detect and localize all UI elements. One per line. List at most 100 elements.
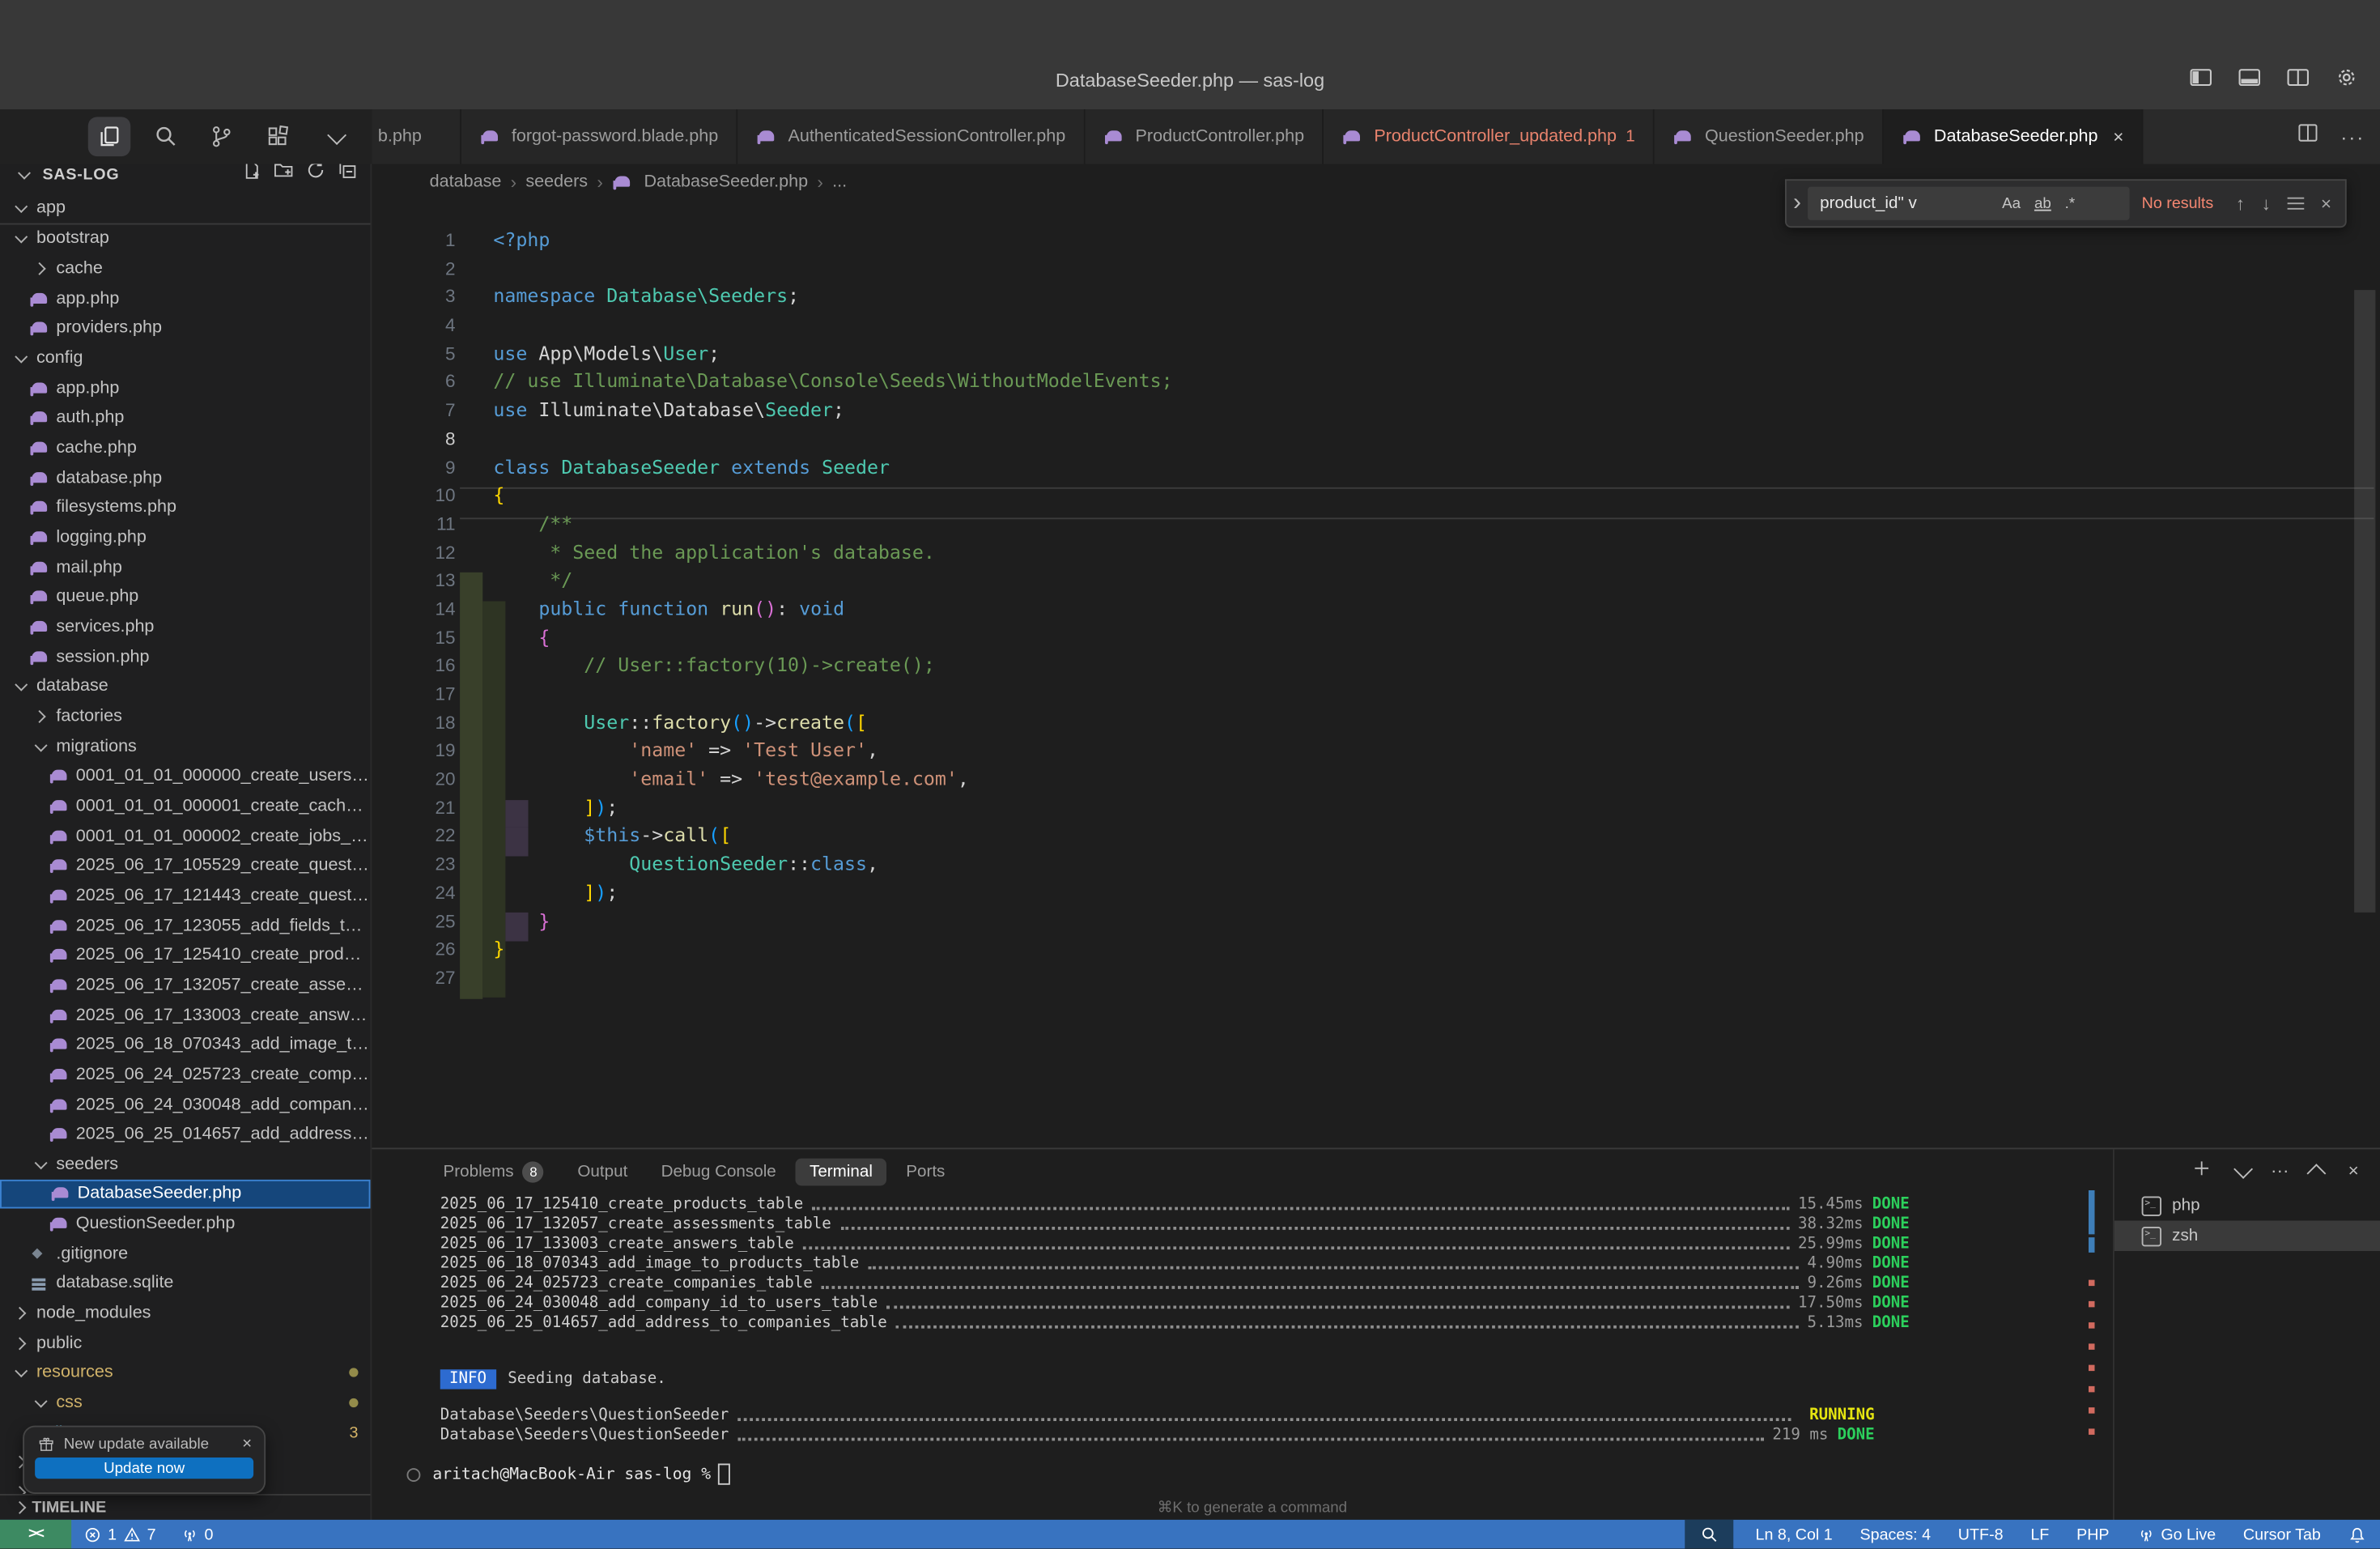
tree-item[interactable]: 0001_01_01_000000_create_users_ta... [0, 761, 371, 791]
cursor-tab-indicator[interactable]: Cursor Tab [2243, 1525, 2321, 1543]
tree-item[interactable]: node_modules [0, 1299, 371, 1329]
collapse-all-icon[interactable] [337, 164, 358, 189]
panel-tab[interactable]: Problems 8 [430, 1157, 558, 1188]
search-icon[interactable] [144, 117, 187, 156]
line-col-indicator[interactable]: Ln 8, Col 1 [1755, 1525, 1832, 1543]
tree-item[interactable]: 2025_06_17_133003_create_answers_... [0, 1000, 371, 1030]
tree-item[interactable]: config [0, 343, 371, 373]
tree-item[interactable]: queue.php [0, 582, 371, 612]
terminal-scrollbar-decorations[interactable] [2089, 1149, 2095, 1521]
find-previous-icon[interactable]: ↑ [2236, 193, 2245, 214]
eol-indicator[interactable]: LF [2030, 1525, 2049, 1543]
chevron-down-icon[interactable] [312, 117, 355, 156]
refresh-icon[interactable] [305, 164, 326, 189]
ports-status[interactable]: 0 [181, 1525, 214, 1543]
toggle-secondary-sidebar-icon[interactable] [2286, 66, 2310, 97]
encoding-indicator[interactable]: UTF-8 [1958, 1525, 2004, 1543]
tree-item[interactable]: .gitignore [0, 1239, 371, 1269]
editor-scrollbar[interactable] [2354, 290, 2375, 913]
update-now-button[interactable]: Update now [35, 1458, 253, 1479]
tree-item[interactable]: resources [0, 1358, 371, 1388]
editor-tab[interactable]: forgot-password.blade.php [461, 109, 738, 164]
new-folder-icon[interactable] [274, 164, 295, 189]
extensions-icon[interactable] [257, 117, 300, 156]
panel-tab[interactable]: Terminal [796, 1159, 886, 1186]
tree-item[interactable]: providers.php [0, 313, 371, 343]
tree-item[interactable]: database.sqlite [0, 1269, 371, 1299]
tree-item[interactable]: 2025_06_17_132057_create_assessme... [0, 970, 371, 1000]
tree-item[interactable]: css [0, 1388, 371, 1418]
problems-status[interactable]: 1 7 [83, 1525, 155, 1543]
tab-close-icon[interactable]: × [2113, 126, 2123, 147]
tree-item[interactable]: auth.php [0, 403, 371, 433]
go-live-button[interactable]: Go Live [2136, 1525, 2216, 1543]
remote-indicator[interactable]: >< [0, 1520, 71, 1549]
tree-item[interactable]: 0001_01_01_000002_create_jobs_tab... [0, 821, 371, 851]
tree-item[interactable]: 2025_06_17_123055_add_fields_to_u... [0, 911, 371, 941]
tree-item[interactable]: seeders [0, 1149, 371, 1179]
find-close-icon[interactable]: × [2321, 193, 2331, 214]
panel-tab[interactable]: Output [564, 1159, 642, 1186]
close-icon[interactable]: × [242, 1435, 252, 1453]
tree-item[interactable]: services.php [0, 612, 371, 642]
chevron-down-icon[interactable] [12, 164, 35, 185]
editor-tab[interactable]: ProductController.php [1086, 109, 1324, 164]
tree-item[interactable]: public [0, 1329, 371, 1359]
terminal-prompt[interactable]: aritach@MacBook-Air sas-log % [407, 1464, 731, 1485]
find-input[interactable] [1817, 193, 2002, 214]
search-status-chip[interactable] [1684, 1520, 1732, 1549]
tree-item[interactable]: session.php [0, 642, 371, 672]
panel-tab[interactable]: Ports [892, 1159, 958, 1186]
tree-item[interactable]: mail.php [0, 552, 371, 582]
tree-item[interactable]: cache.php [0, 433, 371, 463]
split-editor-icon[interactable] [2297, 121, 2319, 152]
settings-gear-icon[interactable] [2335, 66, 2359, 97]
tree-item[interactable]: 2025_06_17_105529_create_question... [0, 851, 371, 881]
tree-item[interactable]: app.php [0, 284, 371, 314]
match-case-toggle[interactable]: Aa [2002, 195, 2021, 212]
timeline-section[interactable]: TIMELINE [0, 1494, 371, 1520]
tree-item[interactable]: QuestionSeeder.php [0, 1209, 371, 1239]
toggle-sidebar-icon[interactable] [2189, 66, 2213, 97]
whole-word-toggle[interactable]: ab [2034, 195, 2051, 212]
tree-item[interactable]: 2025_06_24_025723_create_compan... [0, 1060, 371, 1090]
new-file-icon[interactable] [241, 164, 262, 189]
tree-item[interactable]: database [0, 672, 371, 702]
tree-item[interactable]: 2025_06_17_125410_create_products... [0, 940, 371, 970]
editor-tab[interactable]: ProductController_updated.php 1 [1324, 109, 1655, 164]
tree-item[interactable]: migrations [0, 731, 371, 761]
tree-item[interactable]: 0001_01_01_000001_create_cache_ta... [0, 791, 371, 821]
indentation-indicator[interactable]: Spaces: 4 [1859, 1525, 1931, 1543]
breadcrumb-item[interactable]: DatabaseSeeder.php [644, 173, 808, 192]
tree-item[interactable]: logging.php [0, 522, 371, 552]
terminal-session[interactable]: zsh [2114, 1221, 2380, 1252]
breadcrumb-item[interactable]: database [430, 173, 502, 192]
terminal-session[interactable]: php [2114, 1190, 2380, 1221]
tree-item[interactable]: DatabaseSeeder.php [0, 1179, 371, 1209]
editor-tab[interactable]: AuthenticatedSessionController.php [738, 109, 1086, 164]
breadcrumb-item[interactable]: seeders [525, 173, 588, 192]
editor-tab[interactable]: QuestionSeeder.php [1655, 109, 1884, 164]
source-control-icon[interactable] [201, 117, 244, 156]
panel-tab[interactable]: Debug Console [648, 1159, 790, 1186]
breadcrumb-item[interactable]: ... [832, 173, 847, 192]
notifications-bell-icon[interactable] [2348, 1525, 2367, 1543]
editor-tab[interactable]: b.php [372, 109, 461, 164]
find-collapse-icon[interactable]: › [1787, 189, 1808, 217]
tree-item[interactable]: 2025_06_17_121443_create_questions... [0, 881, 371, 911]
tree-item[interactable]: bootstrap [0, 224, 371, 254]
tree-item[interactable]: cache [0, 254, 371, 284]
tree-item[interactable]: filesystems.php [0, 493, 371, 523]
tree-item[interactable]: 2025_06_24_030048_add_company_... [0, 1090, 371, 1120]
language-indicator[interactable]: PHP [2076, 1525, 2109, 1543]
editor-tab[interactable]: DatabaseSeeder.php × [1884, 109, 2144, 164]
tree-item[interactable]: app [0, 194, 371, 224]
more-actions-icon[interactable]: ··· [2340, 126, 2365, 148]
explorer-icon[interactable] [88, 117, 131, 156]
find-in-selection-icon[interactable] [2288, 196, 2305, 211]
tree-item[interactable]: 2025_06_25_014657_add_address_to... [0, 1120, 371, 1150]
regex-toggle[interactable]: .* [2065, 195, 2076, 212]
code-area[interactable]: 1234567891011121314151617181920212223242… [372, 226, 2380, 1147]
terminal-output[interactable]: 2025_06_17_125410_create_products_table … [407, 1195, 1910, 1334]
find-next-icon[interactable]: ↓ [2262, 193, 2271, 214]
